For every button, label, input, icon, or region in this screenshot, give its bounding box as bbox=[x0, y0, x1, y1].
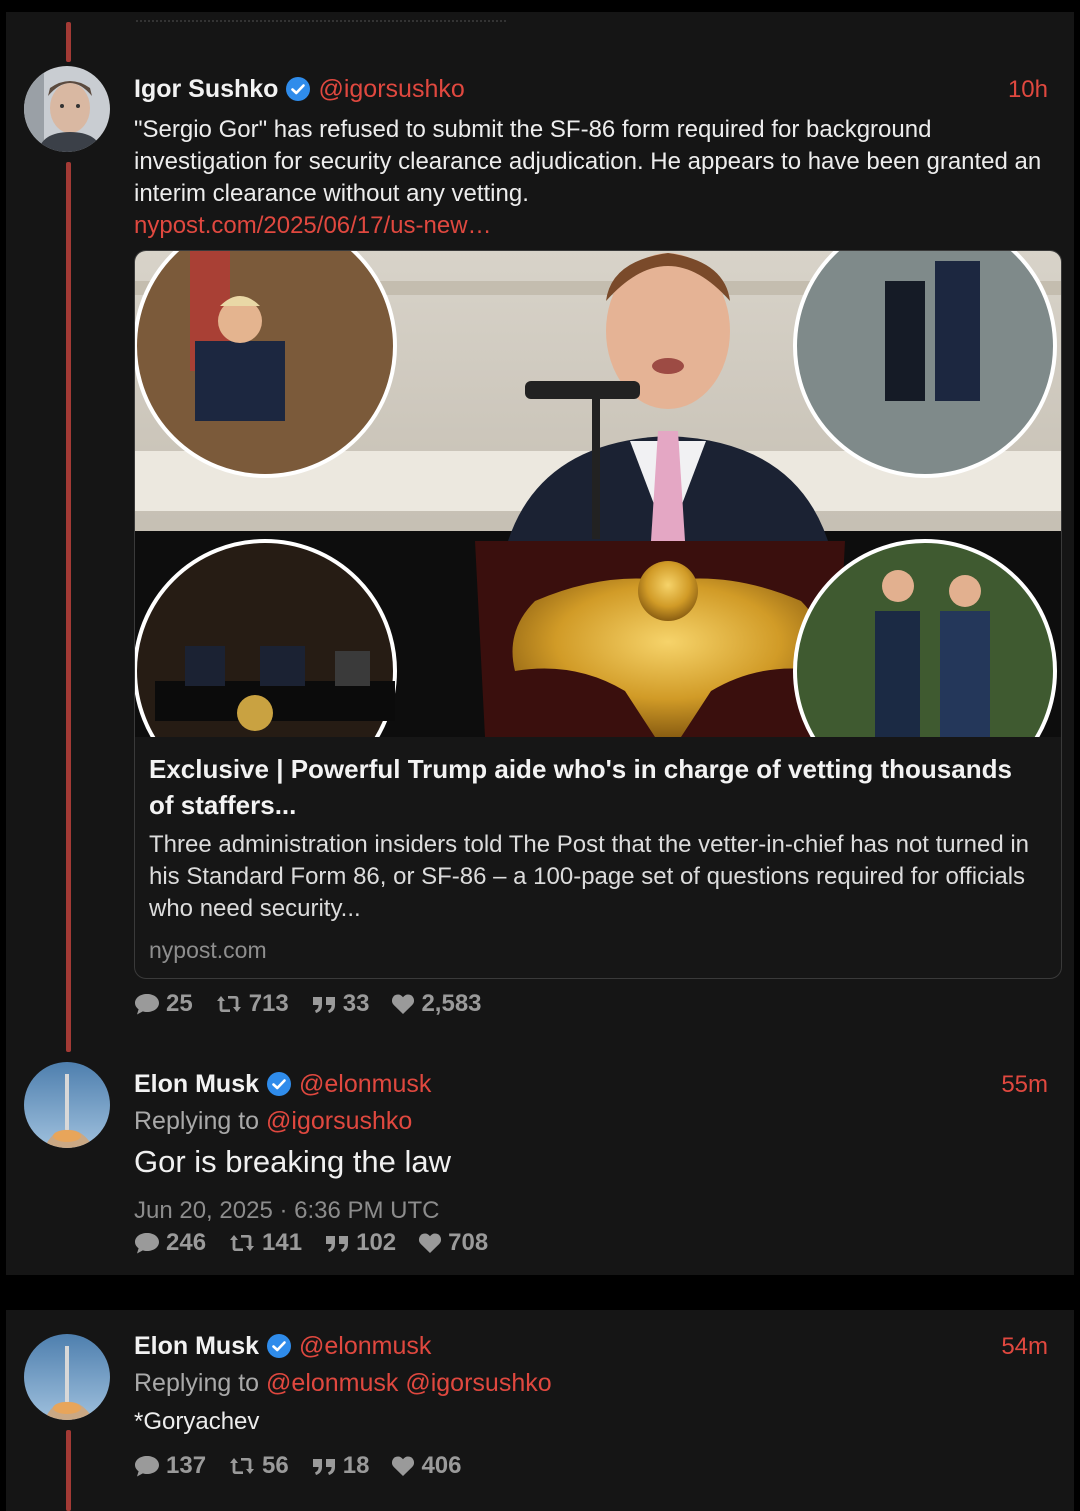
reply-icon bbox=[135, 1456, 159, 1477]
replying-handle[interactable]: @elonmusk @igorsushko bbox=[266, 1369, 552, 1397]
verified-badge-icon bbox=[286, 77, 311, 101]
like-icon bbox=[419, 1233, 442, 1253]
verified-badge-icon bbox=[267, 1072, 292, 1096]
tweet-text: *Goryachev bbox=[134, 1408, 260, 1435]
author-handle[interactable]: @elonmusk bbox=[299, 1332, 431, 1361]
author-name[interactable]: Elon Musk bbox=[134, 1070, 259, 1099]
top-bar bbox=[0, 0, 1080, 12]
reply-icon bbox=[135, 1233, 159, 1254]
card-image bbox=[135, 251, 1061, 803]
replying-label: Replying to bbox=[134, 1369, 260, 1397]
tweet-body: "Sergio Gor" has refused to submit the S… bbox=[134, 116, 1042, 207]
tweet-stats: 246 141 102 708 bbox=[134, 1229, 510, 1257]
tweet-link[interactable]: nypost.com/2025/06/17/us-new… bbox=[134, 212, 492, 239]
tweet-time[interactable]: 55m bbox=[1001, 1071, 1048, 1099]
quote-icon bbox=[326, 1236, 349, 1252]
quote-count: 33 bbox=[342, 990, 370, 1017]
avatar[interactable] bbox=[24, 1334, 110, 1420]
quote-stat[interactable]: 102 bbox=[324, 1229, 396, 1257]
quote-count: 102 bbox=[356, 1229, 397, 1256]
like-count: 406 bbox=[421, 1452, 462, 1479]
author-name[interactable]: Igor Sushko bbox=[134, 75, 278, 104]
tweet[interactable]: Elon Musk @elonmusk 55m Replying to @igo… bbox=[6, 1052, 1074, 1275]
quote-icon bbox=[312, 997, 335, 1013]
timeline-panel: Elon Musk @elonmusk 54m Replying to @elo… bbox=[6, 1310, 1074, 1511]
quote-icon bbox=[312, 1459, 335, 1475]
replying-to: Replying to @elonmusk @igorsushko bbox=[134, 1369, 552, 1398]
replying-label: Replying to bbox=[134, 1107, 260, 1135]
like-count: 708 bbox=[448, 1229, 489, 1256]
link-card[interactable]: Exclusive | Powerful Trump aide who's in… bbox=[134, 250, 1062, 979]
author-handle[interactable]: @elonmusk bbox=[299, 1070, 431, 1099]
tweet[interactable]: Igor Sushko @igorsushko 10h "Sergio Gor"… bbox=[6, 12, 1074, 1052]
reply-stat[interactable]: 246 bbox=[134, 1229, 206, 1257]
tweet-text: Gor is breaking the law bbox=[134, 1144, 452, 1179]
tweet-stats: 25 713 33 2,583 bbox=[134, 990, 504, 1018]
reply-stat[interactable]: 25 bbox=[134, 990, 193, 1018]
reply-count: 246 bbox=[166, 1229, 207, 1256]
retweet-icon bbox=[230, 1458, 255, 1474]
retweet-stat[interactable]: 713 bbox=[215, 990, 289, 1018]
reply-icon bbox=[135, 994, 159, 1015]
quote-stat[interactable]: 33 bbox=[311, 990, 370, 1018]
tweet[interactable]: Elon Musk @elonmusk 54m Replying to @elo… bbox=[6, 1310, 1074, 1511]
reply-count: 137 bbox=[166, 1452, 207, 1479]
tweet-time[interactable]: 10h bbox=[1008, 76, 1048, 104]
retweet-count: 141 bbox=[262, 1229, 303, 1256]
like-stat[interactable]: 2,583 bbox=[391, 990, 482, 1018]
tweet-date[interactable]: Jun 20, 2025 · 6:36 PM UTC bbox=[134, 1197, 439, 1225]
like-count: 2,583 bbox=[421, 990, 482, 1017]
card-title[interactable]: Exclusive | Powerful Trump aide who's in… bbox=[149, 751, 1029, 823]
tweet-stats: 137 56 18 406 bbox=[134, 1452, 484, 1480]
replying-to: Replying to @igorsushko bbox=[134, 1107, 412, 1136]
avatar[interactable] bbox=[24, 66, 110, 152]
retweet-icon bbox=[230, 1235, 255, 1251]
reply-stat[interactable]: 137 bbox=[134, 1452, 206, 1480]
quote-stat[interactable]: 18 bbox=[311, 1452, 370, 1480]
retweet-icon bbox=[216, 996, 241, 1012]
retweet-stat[interactable]: 56 bbox=[228, 1452, 289, 1480]
verified-badge-icon bbox=[267, 1334, 292, 1358]
retweet-count: 56 bbox=[262, 1452, 289, 1479]
quote-count: 18 bbox=[342, 1452, 370, 1479]
retweet-stat[interactable]: 141 bbox=[228, 1229, 302, 1257]
reply-count: 25 bbox=[166, 990, 193, 1017]
replying-handle[interactable]: @igorsushko bbox=[266, 1107, 412, 1135]
avatar[interactable] bbox=[24, 1062, 110, 1148]
card-description: Three administration insiders told The P… bbox=[149, 831, 1030, 922]
tweet-text: "Sergio Gor" has refused to submit the S… bbox=[134, 114, 1054, 242]
like-stat[interactable]: 708 bbox=[418, 1229, 488, 1257]
author-name[interactable]: Elon Musk bbox=[134, 1332, 259, 1361]
like-stat[interactable]: 406 bbox=[391, 1452, 462, 1480]
card-domain: nypost.com bbox=[149, 937, 267, 963]
author-handle[interactable]: @igorsushko bbox=[318, 75, 464, 104]
like-icon bbox=[392, 994, 415, 1014]
tweet-time[interactable]: 54m bbox=[1001, 1333, 1048, 1361]
like-icon bbox=[392, 1456, 415, 1476]
timeline-panel: Igor Sushko @igorsushko 10h "Sergio Gor"… bbox=[6, 12, 1074, 1275]
retweet-count: 713 bbox=[248, 990, 289, 1017]
